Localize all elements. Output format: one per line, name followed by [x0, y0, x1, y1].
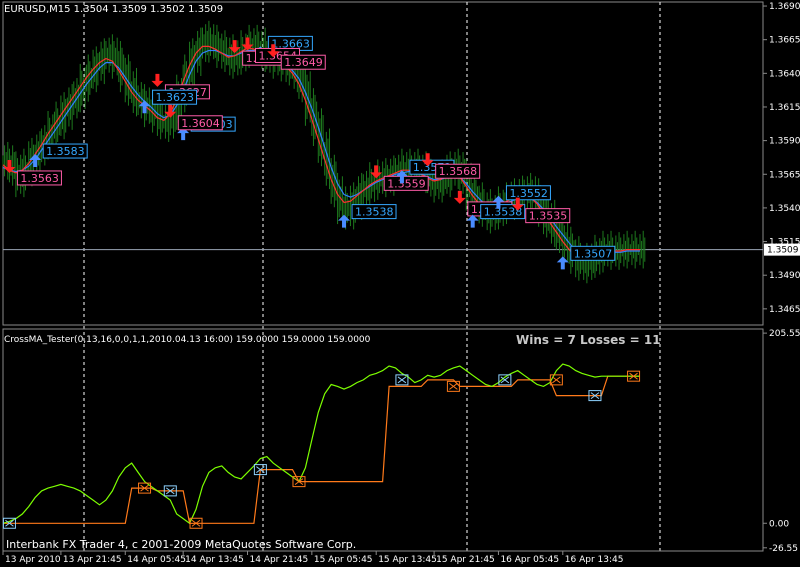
time-tick-label: 15 Apr 13:45	[378, 555, 437, 565]
price-tick-label: 1.3465	[769, 305, 800, 315]
signal-label-5: 1.3604	[181, 117, 220, 130]
trade-marker-cross-icon	[397, 376, 407, 384]
sell-arrow-icon	[453, 190, 466, 204]
price-tick-label: 1.3615	[769, 103, 800, 113]
time-tick-label: 15 Apr 21:45	[436, 555, 495, 565]
buy-arrow-icon	[556, 256, 569, 270]
price-pane[interactable]: 1.3665 1.3640 1.3615 1.3590 1.3565 1.3540 1.35…	[2, 1, 800, 551]
time-tick-label: 16 Apr 05:45	[500, 555, 559, 565]
time-tick-label: 13 Apr 2010	[5, 555, 61, 565]
time-tick-label: 16 Apr 13:45	[565, 555, 624, 565]
price-tick-label: 1.3665	[769, 36, 800, 46]
price-tick-label: 1.3590	[769, 137, 800, 147]
equity-line	[2, 363, 640, 525]
time-tick-label: 14 Apr 21:45	[250, 555, 309, 565]
price-tick-label: 1.3565	[769, 170, 800, 180]
time-tick-label: 14 Apr 13:45	[185, 555, 244, 565]
buy-arrow-icon	[466, 214, 479, 228]
signal-label-0: 1.3563	[20, 172, 59, 185]
signal-label-10: 1.3538	[355, 206, 394, 219]
signal-label-11: 1.3559	[387, 177, 426, 190]
sell-arrow-icon	[228, 40, 241, 54]
signal-label-13: 1.3568	[439, 165, 478, 178]
indicator-tick-label: -26.55	[769, 544, 798, 554]
sell-arrow-icon	[151, 73, 164, 87]
time-tick-label: 13 Apr 21:45	[63, 555, 122, 565]
indicator-pane-title: CrossMA_Tester(0,13,16,0,0,1,1,2010.04.1…	[4, 335, 371, 345]
price-tick-label: 1.3640	[769, 69, 800, 79]
indicator-pane-frame	[2, 328, 764, 552]
balance-line	[3, 375, 640, 524]
wins-losses-annotation: Wins = 7 Losses = 11	[516, 333, 661, 347]
signal-label-9: 1.3649	[284, 56, 323, 69]
signal-label-16: 1.3552	[509, 187, 548, 200]
copyright-footer: Interbank FX Trader 4, c 2001-2009 MetaQ…	[6, 538, 356, 551]
sell-arrow-icon	[164, 104, 177, 118]
price-tick-label: 1.3540	[769, 204, 800, 214]
sell-arrow-icon	[370, 165, 383, 179]
chart-window[interactable]: 1.3665 1.3640 1.3615 1.3590 1.3565 1.3540 1.35…	[0, 0, 800, 567]
signal-label-17: 1.3535	[529, 210, 568, 223]
indicator-pane[interactable]: 205.55 0.00 -26.55 13 Apr 2010 13 Apr 21:45 1…	[2, 328, 800, 565]
indicator-tick-label: 205.55	[769, 329, 800, 339]
buy-arrow-icon	[338, 214, 351, 228]
indicator-tick-label: 0.00	[769, 519, 789, 529]
price-pane-title: EURUSD,M15 1.3504 1.3509 1.3502 1.3509	[4, 4, 223, 15]
time-tick-label: 15 Apr 05:45	[314, 555, 373, 565]
signal-label-18: 1.3507	[574, 247, 613, 260]
signal-label-3: 1.3623	[156, 91, 195, 104]
signal-label-1: 1.3583	[46, 145, 85, 158]
price-tick-label: 1.3690	[769, 2, 800, 12]
chart-canvas[interactable]: 1.3665 1.3640 1.3615 1.3590 1.3565 1.3540 1.35…	[0, 0, 800, 567]
current-price-label: 1.3509	[767, 246, 799, 256]
trade-marker-cross-icon	[449, 382, 458, 390]
time-tick-label: 14 Apr 05:45	[127, 555, 186, 565]
trade-marker-cross-icon	[552, 376, 561, 384]
price-tick-label: 1.3490	[769, 271, 800, 281]
